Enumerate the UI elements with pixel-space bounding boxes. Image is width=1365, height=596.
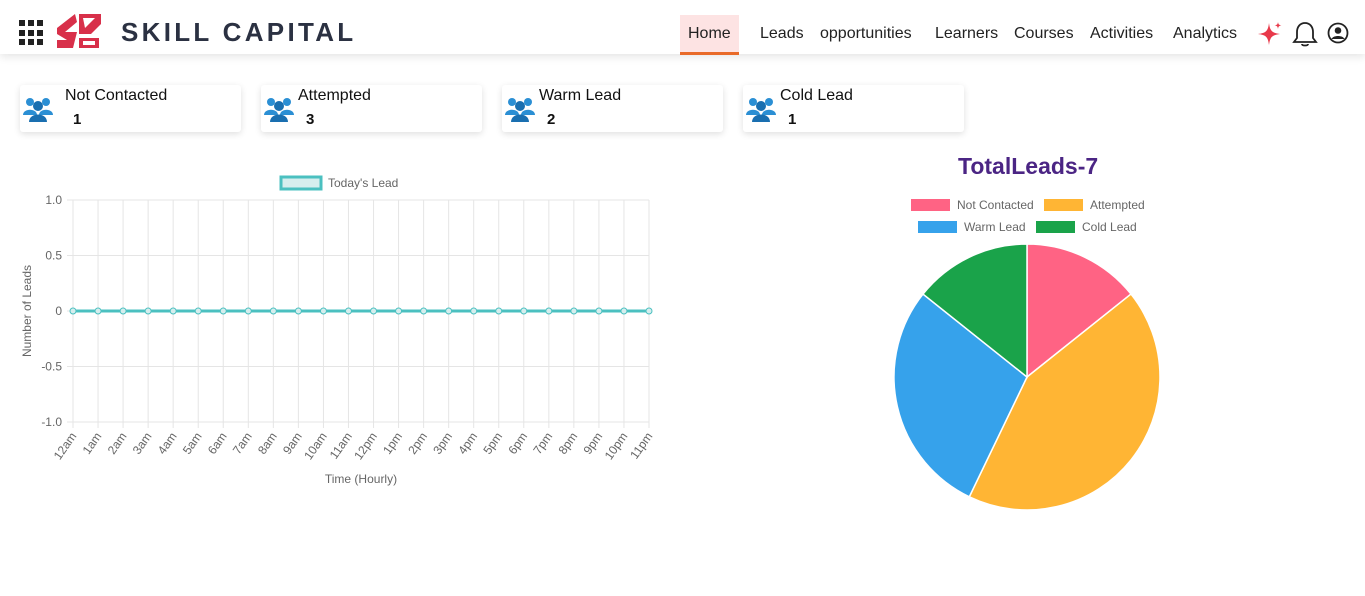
pie-chart-title: TotalLeads-7 (958, 153, 1099, 179)
user-profile-icon[interactable] (1327, 22, 1349, 44)
card-title: Warm Lead (539, 87, 622, 104)
x-tick-label: 11pm (627, 430, 655, 462)
x-tick-label: 11am (327, 430, 355, 462)
legend-swatch[interactable] (1036, 221, 1075, 233)
card-count: 1 (788, 111, 797, 128)
y-axis-title: Number of Leads (20, 265, 34, 357)
x-tick-label: 3pm (430, 430, 455, 457)
legend-label[interactable]: Not Contacted (957, 198, 1034, 212)
x-tick-label: 8pm (555, 430, 580, 457)
data-point[interactable] (344, 307, 352, 315)
y-tick-label: -1.0 (41, 415, 62, 429)
card-cold-lead[interactable]: Cold Lead 1 (743, 85, 964, 132)
card-count: 1 (73, 111, 82, 128)
x-tick-label: 5pm (480, 430, 505, 457)
data-point[interactable] (545, 307, 553, 315)
data-point[interactable] (219, 307, 227, 315)
legend-swatch[interactable] (911, 199, 950, 211)
users-group-icon (505, 98, 535, 122)
data-point[interactable] (470, 307, 478, 315)
data-point[interactable] (94, 307, 102, 315)
hourly-leads-line-chart: Today's Lead 1.0 0.5 0 -0.5 -1.012am 1am 2am 3am… (20, 175, 655, 486)
x-tick-label: 2am (105, 430, 130, 457)
nav-activities[interactable]: Activities (1090, 15, 1153, 55)
nav-learners[interactable]: Learners (935, 15, 998, 55)
data-point[interactable] (420, 307, 428, 315)
card-count: 3 (306, 111, 315, 128)
x-tick-label: 8am (255, 430, 280, 457)
card-title: Cold Lead (780, 87, 853, 104)
card-warm-lead[interactable]: Warm Lead 2 (502, 85, 723, 132)
nav-home[interactable]: Home (680, 15, 739, 55)
y-tick-label: -0.5 (41, 360, 62, 374)
x-tick-label: 7pm (530, 430, 555, 457)
brand-name: SKILL CAPITAL (121, 17, 357, 47)
x-tick-label: 10pm (602, 430, 631, 463)
data-point[interactable] (645, 307, 653, 315)
data-point[interactable] (119, 307, 127, 315)
legend-swatch[interactable] (1044, 199, 1083, 211)
card-attempted[interactable]: Attempted 3 (261, 85, 482, 132)
x-tick-label: 1pm (380, 430, 405, 457)
x-axis-title: Time (Hourly) (325, 472, 397, 486)
data-point[interactable] (595, 307, 603, 315)
x-tick-label: 7am (230, 430, 255, 457)
brand-logo-icon (57, 14, 101, 48)
legend-label[interactable]: Today's Lead (328, 176, 398, 190)
data-point[interactable] (269, 307, 277, 315)
y-tick-label: 0.5 (45, 249, 62, 263)
x-tick-label: 1am (80, 430, 105, 457)
data-point[interactable] (445, 307, 453, 315)
x-tick-label: 6am (205, 430, 230, 457)
data-point[interactable] (194, 307, 202, 315)
data-point[interactable] (570, 307, 578, 315)
legend-swatch[interactable] (279, 175, 323, 191)
data-point[interactable] (495, 307, 503, 315)
y-tick-label: 1.0 (45, 193, 62, 207)
top-navigation-bar: SKILL CAPITAL Home Leads opportunities L… (0, 0, 1365, 55)
data-point[interactable] (620, 307, 628, 315)
app-grid-icon[interactable] (19, 20, 45, 46)
users-group-icon (746, 98, 776, 122)
card-count: 2 (547, 111, 556, 128)
x-tick-label: 2pm (405, 430, 430, 457)
nav-courses[interactable]: Courses (1014, 15, 1074, 55)
card-title: Attempted (298, 87, 371, 104)
x-tick-label: 10am (301, 430, 330, 463)
data-point[interactable] (370, 307, 378, 315)
card-not-contacted[interactable]: Not Contacted 1 (20, 85, 241, 132)
users-group-icon (23, 98, 53, 122)
x-tick-label: 4pm (455, 430, 480, 457)
data-point[interactable] (520, 307, 528, 315)
legend-label[interactable]: Warm Lead (964, 220, 1026, 234)
data-point[interactable] (294, 307, 302, 315)
nav-leads[interactable]: Leads (760, 15, 804, 55)
y-tick-label: 0 (55, 304, 62, 318)
data-point[interactable] (395, 307, 403, 315)
nav-opportunities[interactable]: opportunities (820, 15, 912, 55)
bell-icon[interactable] (1292, 20, 1318, 48)
data-point[interactable] (144, 307, 152, 315)
sparkle-icon[interactable] (1257, 21, 1283, 47)
data-point[interactable] (319, 307, 327, 315)
card-title: Not Contacted (65, 87, 168, 104)
x-tick-label: 12am (51, 430, 80, 463)
legend-label[interactable]: Cold Lead (1082, 220, 1137, 234)
x-tick-label: 3am (130, 430, 155, 457)
x-tick-label: 12pm (351, 430, 380, 463)
data-point[interactable] (69, 307, 77, 315)
legend-label[interactable]: Attempted (1090, 198, 1145, 212)
users-group-icon (264, 98, 294, 122)
legend-swatch[interactable] (918, 221, 957, 233)
nav-analytics[interactable]: Analytics (1173, 15, 1237, 55)
data-point[interactable] (244, 307, 252, 315)
x-tick-label: 4am (155, 430, 180, 457)
x-tick-label: 6pm (505, 430, 530, 457)
total-leads-pie-chart: Not Contacted Attempted Warm Lead Cold Lead (893, 198, 1161, 511)
x-tick-label: 5am (180, 430, 205, 457)
data-point[interactable] (169, 307, 177, 315)
